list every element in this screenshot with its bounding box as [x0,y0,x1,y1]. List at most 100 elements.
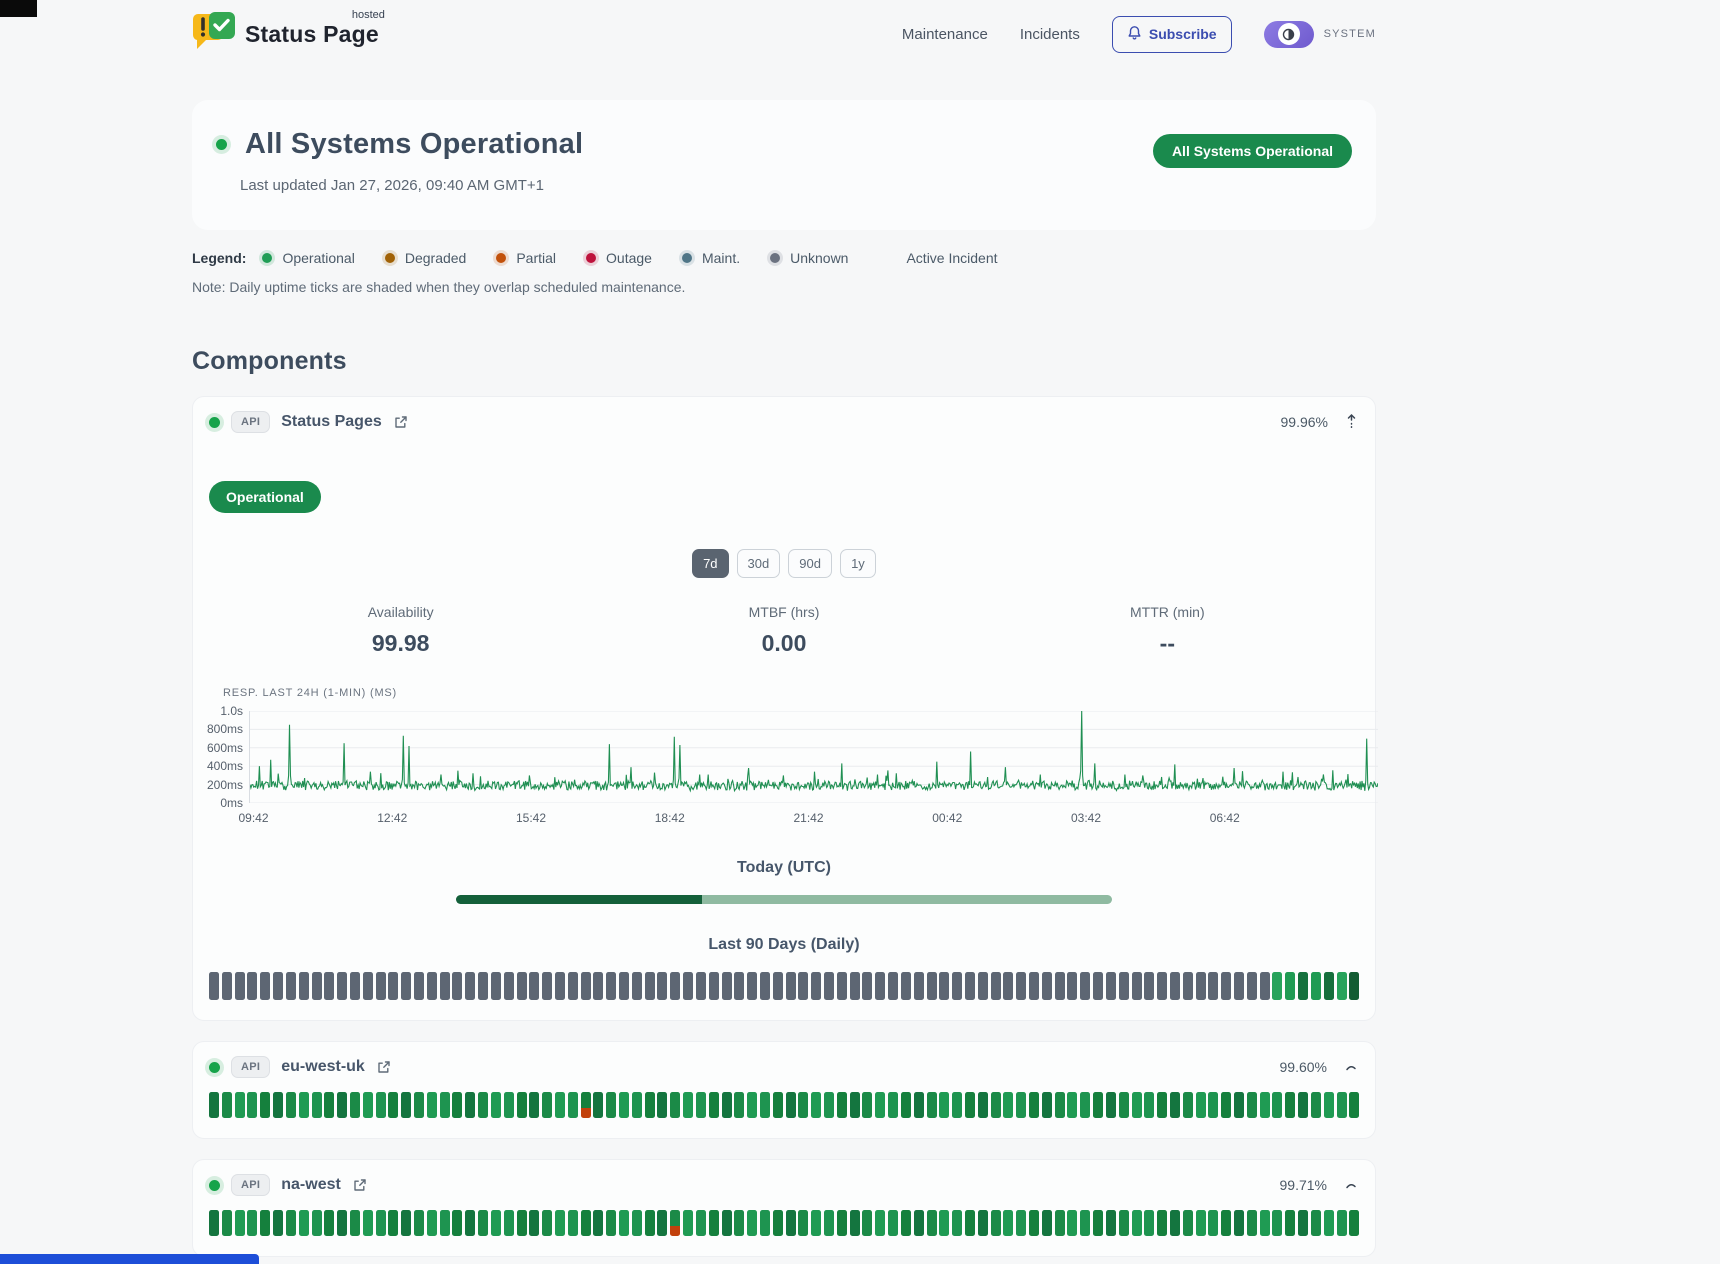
history-tick[interactable] [427,972,437,1000]
uptime-tick[interactable] [581,1210,591,1236]
uptime-tick[interactable] [1183,1092,1193,1118]
uptime-tick[interactable] [529,1210,539,1236]
history-tick[interactable] [260,972,270,1000]
uptime-tick[interactable] [632,1092,642,1118]
history-tick[interactable] [440,972,450,1000]
uptime-tick[interactable] [1311,1210,1321,1236]
history-tick[interactable] [1055,972,1065,1000]
history-tick[interactable] [478,972,488,1000]
range-button-30d[interactable]: 30d [737,549,781,578]
uptime-tick[interactable] [593,1092,603,1118]
uptime-tick[interactable] [798,1210,808,1236]
uptime-tick[interactable] [491,1210,501,1236]
history-tick[interactable] [978,972,988,1000]
uptime-tick[interactable] [1055,1210,1065,1236]
history-tick[interactable] [1349,972,1359,1000]
uptime-tick[interactable] [1170,1092,1180,1118]
uptime-tick[interactable] [939,1210,949,1236]
uptime-tick[interactable] [260,1092,270,1118]
history-tick[interactable] [645,972,655,1000]
uptime-tick[interactable] [286,1092,296,1118]
uptime-tick[interactable] [1298,1210,1308,1236]
uptime-tick[interactable] [670,1210,680,1236]
uptime-tick[interactable] [1157,1210,1167,1236]
uptime-tick[interactable] [337,1092,347,1118]
uptime-tick[interactable] [786,1210,796,1236]
uptime-tick[interactable] [850,1210,860,1236]
uptime-tick[interactable] [811,1210,821,1236]
uptime-tick[interactable] [1119,1210,1129,1236]
history-tick[interactable] [1119,972,1129,1000]
history-tick[interactable] [465,972,475,1000]
uptime-tick[interactable] [376,1092,386,1118]
uptime-tick[interactable] [529,1092,539,1118]
uptime-tick[interactable] [1324,1092,1334,1118]
uptime-tick[interactable] [1272,1210,1282,1236]
history-tick[interactable] [914,972,924,1000]
uptime-tick[interactable] [568,1210,578,1236]
uptime-tick[interactable] [734,1092,744,1118]
uptime-tick[interactable] [555,1092,565,1118]
history-tick[interactable] [388,972,398,1000]
uptime-tick[interactable] [722,1210,732,1236]
uptime-tick[interactable] [696,1210,706,1236]
external-link-icon[interactable] [376,1060,391,1075]
uptime-tick[interactable] [388,1092,398,1118]
history-tick[interactable] [1221,972,1231,1000]
uptime-tick[interactable] [1337,1210,1347,1236]
uptime-tick[interactable] [299,1092,309,1118]
history-tick[interactable] [1260,972,1270,1000]
history-tick[interactable] [568,972,578,1000]
uptime-tick[interactable] [1029,1210,1039,1236]
uptime-tick[interactable] [1196,1210,1206,1236]
history-tick[interactable] [555,972,565,1000]
uptime-tick[interactable] [1324,1210,1334,1236]
uptime-tick[interactable] [786,1092,796,1118]
uptime-tick[interactable] [363,1092,373,1118]
history-tick[interactable] [504,972,514,1000]
uptime-tick[interactable] [1183,1210,1193,1236]
history-tick[interactable] [286,972,296,1000]
history-tick[interactable] [837,972,847,1000]
history-tick[interactable] [1324,972,1334,1000]
uptime-tick[interactable] [939,1092,949,1118]
uptime-tick[interactable] [286,1210,296,1236]
history-tick[interactable] [247,972,257,1000]
history-tick[interactable] [1247,972,1257,1000]
range-button-90d[interactable]: 90d [788,549,832,578]
history-tick[interactable] [619,972,629,1000]
history-tick[interactable] [1042,972,1052,1000]
uptime-tick[interactable] [273,1210,283,1236]
uptime-tick[interactable] [542,1092,552,1118]
history-tick[interactable] [376,972,386,1000]
uptime-tick[interactable] [401,1092,411,1118]
uptime-tick[interactable] [247,1092,257,1118]
uptime-tick[interactable] [1221,1210,1231,1236]
uptime-tick[interactable] [452,1210,462,1236]
history-tick[interactable] [798,972,808,1000]
history-tick[interactable] [632,972,642,1000]
uptime-tick[interactable] [1285,1092,1295,1118]
uptime-tick[interactable] [1208,1210,1218,1236]
uptime-tick[interactable] [888,1092,898,1118]
uptime-tick[interactable] [1093,1092,1103,1118]
uptime-tick[interactable] [504,1210,514,1236]
uptime-tick[interactable] [645,1210,655,1236]
uptime-tick[interactable] [363,1210,373,1236]
uptime-tick[interactable] [465,1092,475,1118]
uptime-tick[interactable] [927,1210,937,1236]
uptime-tick[interactable] [1157,1092,1167,1118]
subscribe-button[interactable]: Subscribe [1112,16,1232,53]
uptime-tick[interactable] [670,1092,680,1118]
history-tick[interactable] [1106,972,1116,1000]
history-tick[interactable] [927,972,937,1000]
history-tick[interactable] [1208,972,1218,1000]
history-tick[interactable] [722,972,732,1000]
uptime-tick[interactable] [1285,1210,1295,1236]
uptime-tick[interactable] [1106,1092,1116,1118]
uptime-tick[interactable] [1016,1092,1026,1118]
history-tick[interactable] [1080,972,1090,1000]
uptime-tick[interactable] [350,1210,360,1236]
uptime-tick[interactable] [709,1210,719,1236]
uptime-tick[interactable] [1144,1210,1154,1236]
